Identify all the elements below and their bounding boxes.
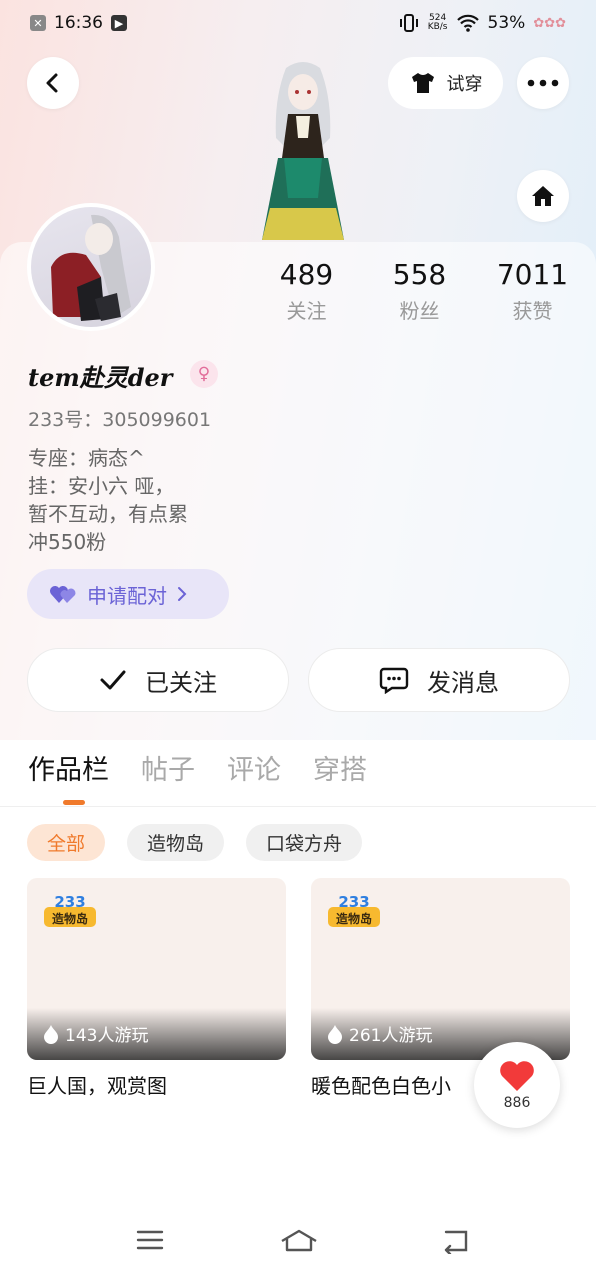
chip-all[interactable]: 全部 xyxy=(27,824,106,861)
status-time: 16:36 xyxy=(54,13,103,33)
play-count: 261人游玩 xyxy=(327,1021,432,1046)
back-nav-icon[interactable] xyxy=(440,1228,470,1254)
wifi-icon xyxy=(456,14,479,32)
flame-icon xyxy=(328,1024,342,1044)
chip-pocket-ark[interactable]: 口袋方舟 xyxy=(246,824,363,861)
check-icon xyxy=(100,670,126,690)
notification-close-icon: ✕ xyxy=(30,15,46,31)
chat-bubble-icon xyxy=(379,667,409,694)
character-figure-image xyxy=(262,62,344,240)
bio-line: 专座：病态^ xyxy=(28,446,145,470)
work-title: 巨人国，观赏图 xyxy=(27,1074,167,1098)
work-card[interactable]: 233 造物岛 143人游玩 巨人国，观赏图 xyxy=(27,878,286,1099)
svg-text:233: 233 xyxy=(338,893,369,911)
stat-fans-label: 粉丝 xyxy=(399,299,440,323)
flame-icon xyxy=(44,1024,58,1044)
tabs-divider xyxy=(0,806,596,807)
stat-likes-value: 7011 xyxy=(496,258,569,291)
request-pair-label: 申请配对 xyxy=(87,583,167,608)
stat-likes[interactable]: 7011 获赞 xyxy=(476,258,589,324)
tab-outfits[interactable]: 穿搭 xyxy=(313,748,367,787)
heart-icon xyxy=(500,1061,534,1091)
try-on-button[interactable]: 试穿 xyxy=(388,57,503,109)
user-id[interactable]: 233号：305099601 xyxy=(28,405,211,432)
home-icon xyxy=(532,186,554,206)
creation-island-badge: 233 造物岛 xyxy=(42,893,98,931)
back-button[interactable] xyxy=(27,57,79,109)
media-play-icon: ▶ xyxy=(111,15,127,31)
tab-posts[interactable]: 帖子 xyxy=(141,748,195,787)
more-button[interactable] xyxy=(517,57,569,109)
bio: 专座：病态^ 挂：安小六 哑， 暂不互动，有点累 冲550粉 xyxy=(28,444,248,556)
battery-percent: 53% xyxy=(487,13,526,33)
stat-following-value: 489 xyxy=(279,258,334,291)
home-nav-icon[interactable] xyxy=(279,1228,319,1254)
stats-row: 489 关注 558 粉丝 7011 获赞 xyxy=(250,258,590,324)
tshirt-icon xyxy=(411,73,434,93)
filter-chips: 全部 造物岛 口袋方舟 xyxy=(27,824,363,861)
menu-icon[interactable] xyxy=(136,1228,164,1252)
try-on-label: 试穿 xyxy=(446,74,483,95)
vibrate-icon xyxy=(399,14,418,32)
creation-island-badge: 233 造物岛 xyxy=(326,893,382,931)
bio-line: 暂不互动，有点累 xyxy=(28,502,188,526)
svg-text:造物岛: 造物岛 xyxy=(52,911,88,926)
request-pair-button[interactable]: 申请配对 xyxy=(27,569,229,619)
stat-following-label: 关注 xyxy=(286,299,327,323)
bio-line: 冲550粉 xyxy=(28,530,107,554)
chevron-right-icon xyxy=(178,587,187,601)
play-count-text: 143人游玩 xyxy=(65,1026,149,1046)
more-dots-icon xyxy=(527,79,559,87)
send-message-label: 发消息 xyxy=(427,668,499,697)
home-button[interactable] xyxy=(517,170,569,222)
female-gender-icon: ♀ xyxy=(190,360,218,388)
hearts-icon xyxy=(50,586,76,603)
chevron-left-icon xyxy=(46,73,58,93)
stat-fans-value: 558 xyxy=(392,258,447,291)
svg-text:233: 233 xyxy=(54,893,85,911)
followed-button[interactable]: 已关注 xyxy=(27,648,289,712)
network-speed: 524 KB/s xyxy=(427,13,448,32)
work-thumbnail: 233 造物岛 261人游玩 xyxy=(311,878,570,1060)
avatar-3d-figure[interactable] xyxy=(248,58,358,248)
stat-fans[interactable]: 558 粉丝 xyxy=(363,258,476,324)
nickname: tem赴灵der xyxy=(28,363,173,392)
stat-likes-label: 获赞 xyxy=(512,299,553,323)
tab-comments[interactable]: 评论 xyxy=(227,748,281,787)
chip-creation-island[interactable]: 造物岛 xyxy=(127,824,225,861)
active-tab-indicator xyxy=(63,800,85,805)
bio-line: 挂：安小六 哑， xyxy=(28,474,175,498)
like-count: 886 xyxy=(503,1095,531,1111)
tab-works[interactable]: 作品栏 xyxy=(28,748,109,787)
work-thumbnail: 233 造物岛 143人游玩 xyxy=(27,878,286,1060)
avatar[interactable] xyxy=(27,203,155,331)
content-tabs: 作品栏 帖子 评论 穿搭 xyxy=(28,748,367,787)
followed-label: 已关注 xyxy=(145,668,217,697)
system-nav-bar xyxy=(0,1210,596,1280)
avatar-image xyxy=(31,207,151,327)
status-bar: ✕ 16:36 ▶ 524 KB/s 53% ✿✿✿ xyxy=(0,0,596,46)
stat-following[interactable]: 489 关注 xyxy=(250,258,363,324)
send-message-button[interactable]: 发消息 xyxy=(308,648,570,712)
play-count: 143人游玩 xyxy=(43,1021,148,1046)
status-emoji-icon: ✿✿✿ xyxy=(533,15,566,31)
like-button[interactable]: 886 xyxy=(474,1042,560,1128)
play-count-text: 261人游玩 xyxy=(349,1026,433,1046)
avatar-illustration xyxy=(51,214,131,321)
svg-text:造物岛: 造物岛 xyxy=(336,911,372,926)
